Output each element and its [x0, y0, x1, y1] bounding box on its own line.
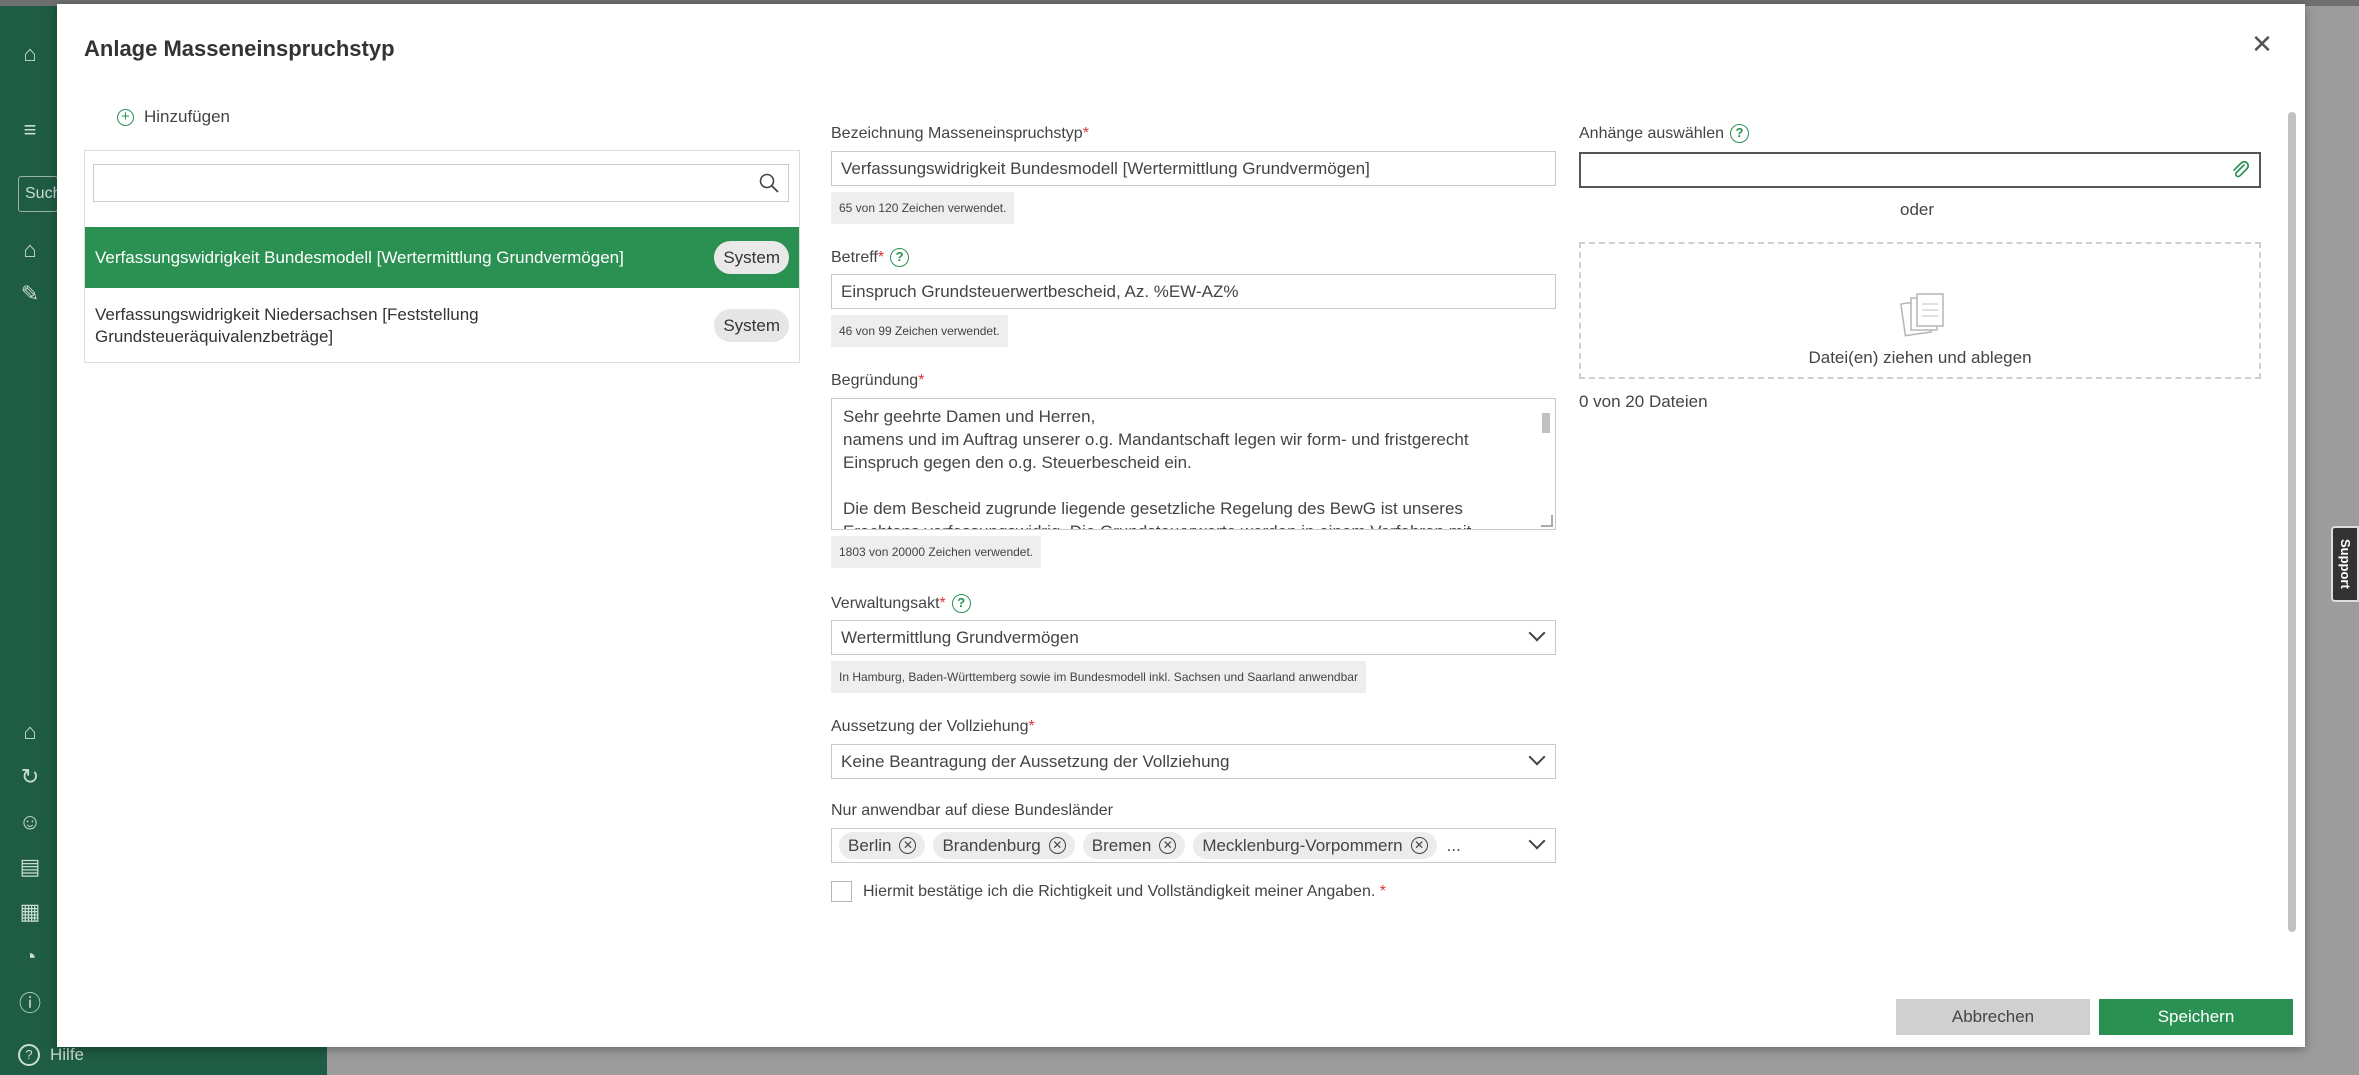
attachments-label: Anhänge auswählen ?	[1579, 124, 1750, 143]
chip-brandenburg: Brandenburg ✕	[933, 832, 1075, 859]
modal-scrollbar[interactable]	[2285, 104, 2299, 964]
file-dropzone[interactable]: Datei(en) ziehen und ablegen	[1579, 242, 2261, 379]
calendar-icon[interactable]: ▦	[16, 898, 44, 926]
more-chips-indicator: ...	[1446, 836, 1461, 855]
home-logo-icon[interactable]: ⌂	[16, 40, 44, 68]
begruendung-text: Sehr geehrte Damen und Herren, namens un…	[843, 407, 1471, 529]
add-button[interactable]: + Hinzufügen	[117, 107, 230, 127]
begruendung-textarea[interactable]: Sehr geehrte Damen und Herren, namens un…	[831, 398, 1556, 530]
bezeichnung-label: Bezeichnung Masseneinspruchstyp*	[831, 125, 1089, 142]
plus-icon: +	[117, 108, 134, 126]
betreff-input[interactable]: Einspruch Grundsteuerwertbescheid, Az. %…	[831, 274, 1556, 309]
file-count: 0 von 20 Dateien	[1579, 392, 1708, 411]
chevron-down-icon	[1528, 624, 1546, 642]
support-tab[interactable]: Support	[2331, 526, 2359, 602]
modal-dialog: Anlage Masseneinspruchstyp ✕ + Hinzufüge…	[57, 4, 2305, 1047]
edit-document-icon[interactable]: ✎	[16, 280, 44, 308]
system-badge: System	[714, 241, 789, 274]
help-label: Hilfe	[50, 1045, 85, 1064]
list-item-label: Verfassungswidrigkeit Bundesmodell [Wert…	[95, 247, 624, 267]
chart-icon[interactable]: ◔	[16, 943, 44, 971]
modal-title: Anlage Masseneinspruchstyp	[84, 36, 395, 61]
verwaltungsakt-value: Wertermittlung Grundvermögen	[841, 628, 1079, 647]
property-icon[interactable]: ⌂	[16, 718, 44, 746]
begruendung-counter: 1803 von 20000 Zeichen verwendet.	[831, 536, 1042, 568]
dropzone-text: Datei(en) ziehen und ablegen	[1808, 348, 2032, 367]
type-list: Verfassungswidrigkeit Bundesmodell [Wert…	[84, 150, 800, 363]
clients-icon[interactable]: ☺	[16, 808, 44, 836]
chip-mecklenburg-vorpommern: Mecklenburg-Vorpommern ✕	[1193, 832, 1437, 859]
system-badge: System	[714, 309, 789, 342]
bezeichnung-input[interactable]: Verfassungswidrigkeit Bundesmodell [Wert…	[831, 151, 1556, 186]
list-item[interactable]: Verfassungswidrigkeit Niedersachsen [Fes…	[85, 288, 799, 363]
betreff-counter: 46 von 99 Zeichen verwendet.	[831, 315, 1008, 347]
save-button[interactable]: Speichern	[2099, 999, 2293, 1035]
verwaltungsakt-select[interactable]: Wertermittlung Grundvermögen	[831, 620, 1556, 655]
bundeslaender-label: Nur anwendbar auf diese Bundesländer	[831, 802, 1113, 819]
remove-chip-icon[interactable]: ✕	[1159, 837, 1177, 854]
info-icon[interactable]: ⓘ	[16, 990, 44, 1018]
begruendung-label: Begründung*	[831, 372, 925, 389]
chip-bremen: Bremen ✕	[1082, 832, 1186, 859]
chip-berlin: Berlin ✕	[839, 832, 926, 859]
document-icon[interactable]: ▤	[16, 853, 44, 881]
sync-icon[interactable]: ↻	[16, 763, 44, 791]
betreff-label: Betreff* ?	[831, 248, 910, 267]
dashboard-icon[interactable]: ⌂	[16, 236, 44, 264]
betreff-help-icon[interactable]: ?	[890, 248, 910, 267]
cancel-button[interactable]: Abbrechen	[1896, 999, 2090, 1035]
close-icon[interactable]: ✕	[2249, 31, 2275, 58]
verwaltungsakt-hint: In Hamburg, Baden-Württemberg sowie im B…	[831, 661, 1366, 693]
confirm-checkbox[interactable]	[831, 881, 852, 902]
documents-icon	[1900, 293, 1944, 337]
list-search-input[interactable]	[93, 164, 789, 202]
remove-chip-icon[interactable]: ✕	[1410, 837, 1428, 854]
bezeichnung-counter: 65 von 120 Zeichen verwendet.	[831, 192, 1015, 224]
verwaltungsakt-help-icon[interactable]: ?	[951, 594, 971, 613]
attachments-help-icon[interactable]: ?	[1730, 124, 1750, 143]
remove-chip-icon[interactable]: ✕	[899, 837, 917, 854]
textarea-scrollbar-thumb[interactable]	[1542, 413, 1550, 433]
bundeslaender-multiselect[interactable]: Berlin ✕ Brandenburg ✕ Bremen ✕ Mecklenburg…	[831, 828, 1556, 863]
or-separator: oder	[1900, 200, 1935, 219]
aussetzung-label: Aussetzung der Vollziehung*	[831, 718, 1035, 735]
remove-chip-icon[interactable]: ✕	[1048, 837, 1066, 854]
search-icon[interactable]	[758, 172, 780, 194]
help-icon: ?	[18, 1044, 40, 1066]
menu-icon[interactable]: ≡	[16, 116, 44, 144]
attachment-file-input[interactable]	[1579, 152, 2261, 188]
list-item[interactable]: Verfassungswidrigkeit Bundesmodell [Wert…	[85, 227, 799, 288]
textarea-scrollbar[interactable]	[1539, 401, 1553, 527]
verwaltungsakt-label: Verwaltungsakt* ?	[831, 594, 971, 613]
help-link[interactable]: ? Hilfe	[18, 1044, 84, 1066]
aussetzung-value: Keine Beantragung der Aussetzung der Vol…	[841, 752, 1230, 771]
chevron-down-icon	[1528, 748, 1546, 766]
sidebar-search-input[interactable]: Such	[18, 176, 58, 212]
confirm-label[interactable]: Hiermit bestätige ich die Richtigkeit un…	[863, 883, 1386, 901]
resize-handle-icon[interactable]	[1541, 515, 1553, 527]
list-item-label: Verfassungswidrigkeit Niedersachsen [Fes…	[95, 304, 479, 346]
paperclip-icon[interactable]	[2229, 159, 2251, 181]
add-button-label: Hinzufügen	[144, 107, 231, 126]
modal-scrollbar-thumb[interactable]	[2288, 112, 2296, 932]
aussetzung-select[interactable]: Keine Beantragung der Aussetzung der Vol…	[831, 744, 1556, 779]
